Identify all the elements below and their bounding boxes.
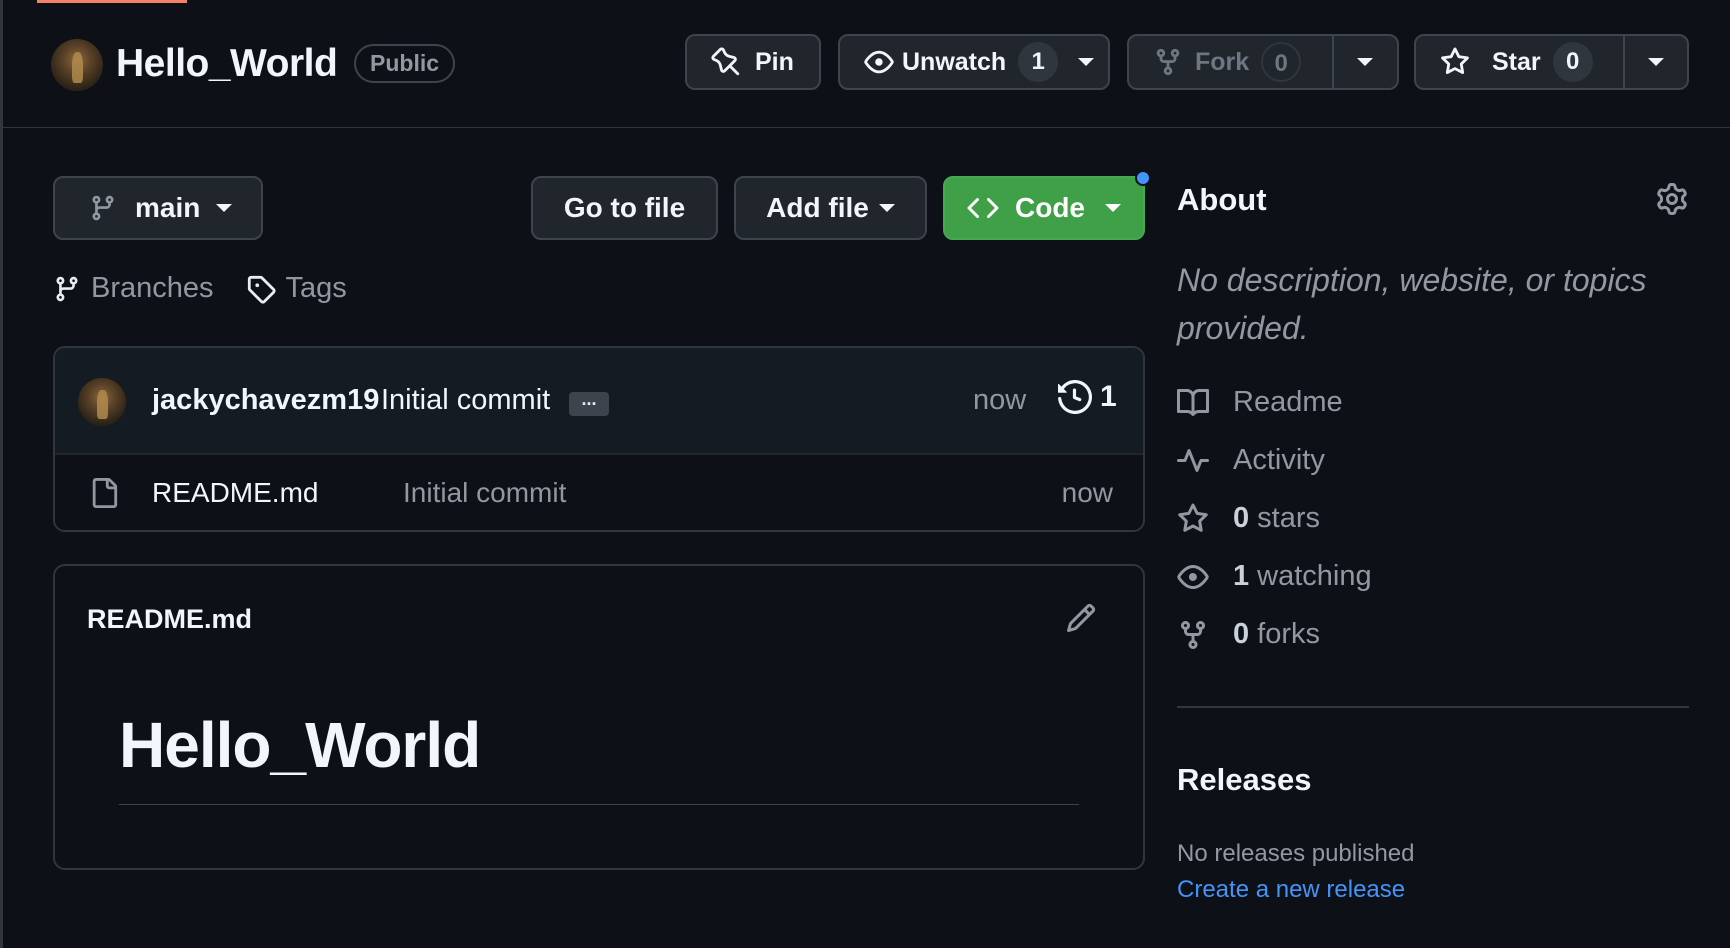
star-icon — [1177, 503, 1233, 535]
readme-heading: Hello_World — [119, 709, 481, 781]
repo-title[interactable]: Hello_World — [116, 42, 338, 86]
file-name[interactable]: README.md — [152, 477, 318, 509]
watching-link[interactable]: 1 watching — [1177, 560, 1372, 593]
about-description: No description, website, or topics provi… — [1177, 262, 1647, 346]
fork-dropdown[interactable] — [1331, 36, 1397, 88]
add-file-label: Add file — [766, 192, 869, 223]
commit-count: 1 — [1100, 380, 1117, 413]
chevron-down-icon — [1105, 204, 1121, 212]
heading-divider — [119, 804, 1079, 805]
readme-panel: README.md Hello_World — [53, 564, 1145, 870]
readme-link[interactable]: Readme — [1177, 386, 1343, 419]
star-icon — [1440, 47, 1470, 77]
pin-label: Pin — [755, 47, 794, 76]
watch-count: 1 — [1018, 42, 1059, 82]
pencil-icon[interactable] — [1065, 602, 1097, 634]
stars-link[interactable]: 0 stars — [1177, 502, 1320, 535]
branches-label: Branches — [91, 272, 214, 304]
tags-label: Tags — [285, 272, 347, 304]
forks-label: forks — [1257, 618, 1320, 650]
git-branch-icon — [89, 194, 117, 222]
fork-button-group: Fork 0 — [1127, 34, 1399, 90]
add-file-button[interactable]: Add file — [734, 176, 927, 240]
file-row: README.md Initial commit now — [55, 455, 1143, 530]
fork-button[interactable]: Fork 0 — [1129, 36, 1332, 88]
activity-link[interactable]: Activity — [1177, 444, 1325, 477]
eye-icon — [864, 47, 894, 77]
book-icon — [1177, 387, 1233, 419]
unwatch-label: Unwatch — [902, 47, 1007, 76]
sidebar-divider — [1177, 706, 1689, 708]
file-commit-time: now — [1061, 477, 1113, 508]
stars-count: 0 — [1233, 502, 1250, 534]
commit-message[interactable]: Initial commit — [381, 384, 550, 417]
branch-select[interactable]: main — [53, 176, 263, 240]
forks-link[interactable]: 0 forks — [1177, 618, 1320, 651]
unwatch-button[interactable]: Unwatch 1 — [838, 34, 1110, 90]
repo-page: Hello_World Public Pin Unwatch 1 Fork 0 — [0, 0, 1730, 948]
activity-link-label: Activity — [1233, 444, 1325, 476]
chevron-down-icon — [1357, 58, 1374, 66]
stars-label: stars — [1257, 502, 1320, 534]
chevron-down-icon[interactable] — [1078, 58, 1095, 66]
tag-icon — [246, 274, 286, 304]
file-list: jackychavezm19 Initial commit ... now 1 … — [53, 346, 1145, 532]
tags-link[interactable]: Tags — [246, 272, 347, 305]
branches-link[interactable]: Branches — [53, 272, 214, 305]
commit-details-toggle[interactable]: ... — [569, 390, 609, 416]
branch-links: Branches Tags — [53, 272, 379, 305]
pin-button[interactable]: Pin — [685, 34, 821, 90]
commit-author-avatar[interactable] — [78, 378, 126, 426]
gear-icon[interactable] — [1656, 183, 1688, 215]
commit-time: now — [973, 384, 1027, 416]
notification-dot — [1135, 170, 1151, 186]
releases-title[interactable]: Releases — [1177, 762, 1311, 798]
fork-label: Fork — [1195, 47, 1250, 76]
latest-commit-row: jackychavezm19 Initial commit ... now 1 — [55, 348, 1143, 455]
go-to-file-button[interactable]: Go to file — [531, 176, 718, 240]
star-button-group: Star 0 — [1414, 34, 1689, 90]
code-button[interactable]: Code — [943, 176, 1145, 240]
star-count: 0 — [1552, 42, 1593, 82]
watching-count: 1 — [1233, 560, 1250, 592]
star-label: Star — [1492, 47, 1541, 76]
create-release-link[interactable]: Create a new release — [1177, 876, 1405, 904]
about-title: About — [1177, 182, 1267, 217]
code-icon — [967, 192, 999, 224]
no-releases-text: No releases published — [1177, 840, 1415, 867]
code-label: Code — [1015, 192, 1085, 223]
file-commit-message[interactable]: Initial commit — [403, 477, 566, 509]
readme-filename[interactable]: README.md — [87, 604, 252, 635]
pulse-icon — [1177, 445, 1233, 477]
chevron-down-icon — [216, 204, 233, 212]
chevron-down-icon — [878, 204, 895, 212]
visibility-badge: Public — [354, 44, 456, 83]
forks-count: 0 — [1233, 618, 1250, 650]
file-icon — [89, 477, 119, 509]
watching-label: watching — [1257, 560, 1372, 592]
commit-author[interactable]: jackychavezm19 — [152, 384, 379, 417]
readme-link-label: Readme — [1233, 386, 1343, 418]
history-icon — [1058, 380, 1100, 414]
git-branch-icon — [53, 275, 91, 303]
repo-header: Hello_World Public Pin Unwatch 1 Fork 0 — [3, 0, 1730, 128]
commit-history-link[interactable]: 1 — [1058, 380, 1117, 414]
fork-count: 0 — [1261, 42, 1302, 82]
star-dropdown[interactable] — [1622, 36, 1687, 88]
repo-forked-icon — [1153, 47, 1183, 77]
eye-icon — [1177, 561, 1233, 593]
branch-name: main — [135, 192, 201, 223]
star-button[interactable]: Star 0 — [1416, 36, 1623, 88]
owner-avatar[interactable] — [51, 39, 103, 91]
repo-forked-icon — [1177, 619, 1233, 651]
pin-icon — [711, 47, 741, 77]
chevron-down-icon — [1647, 58, 1664, 66]
